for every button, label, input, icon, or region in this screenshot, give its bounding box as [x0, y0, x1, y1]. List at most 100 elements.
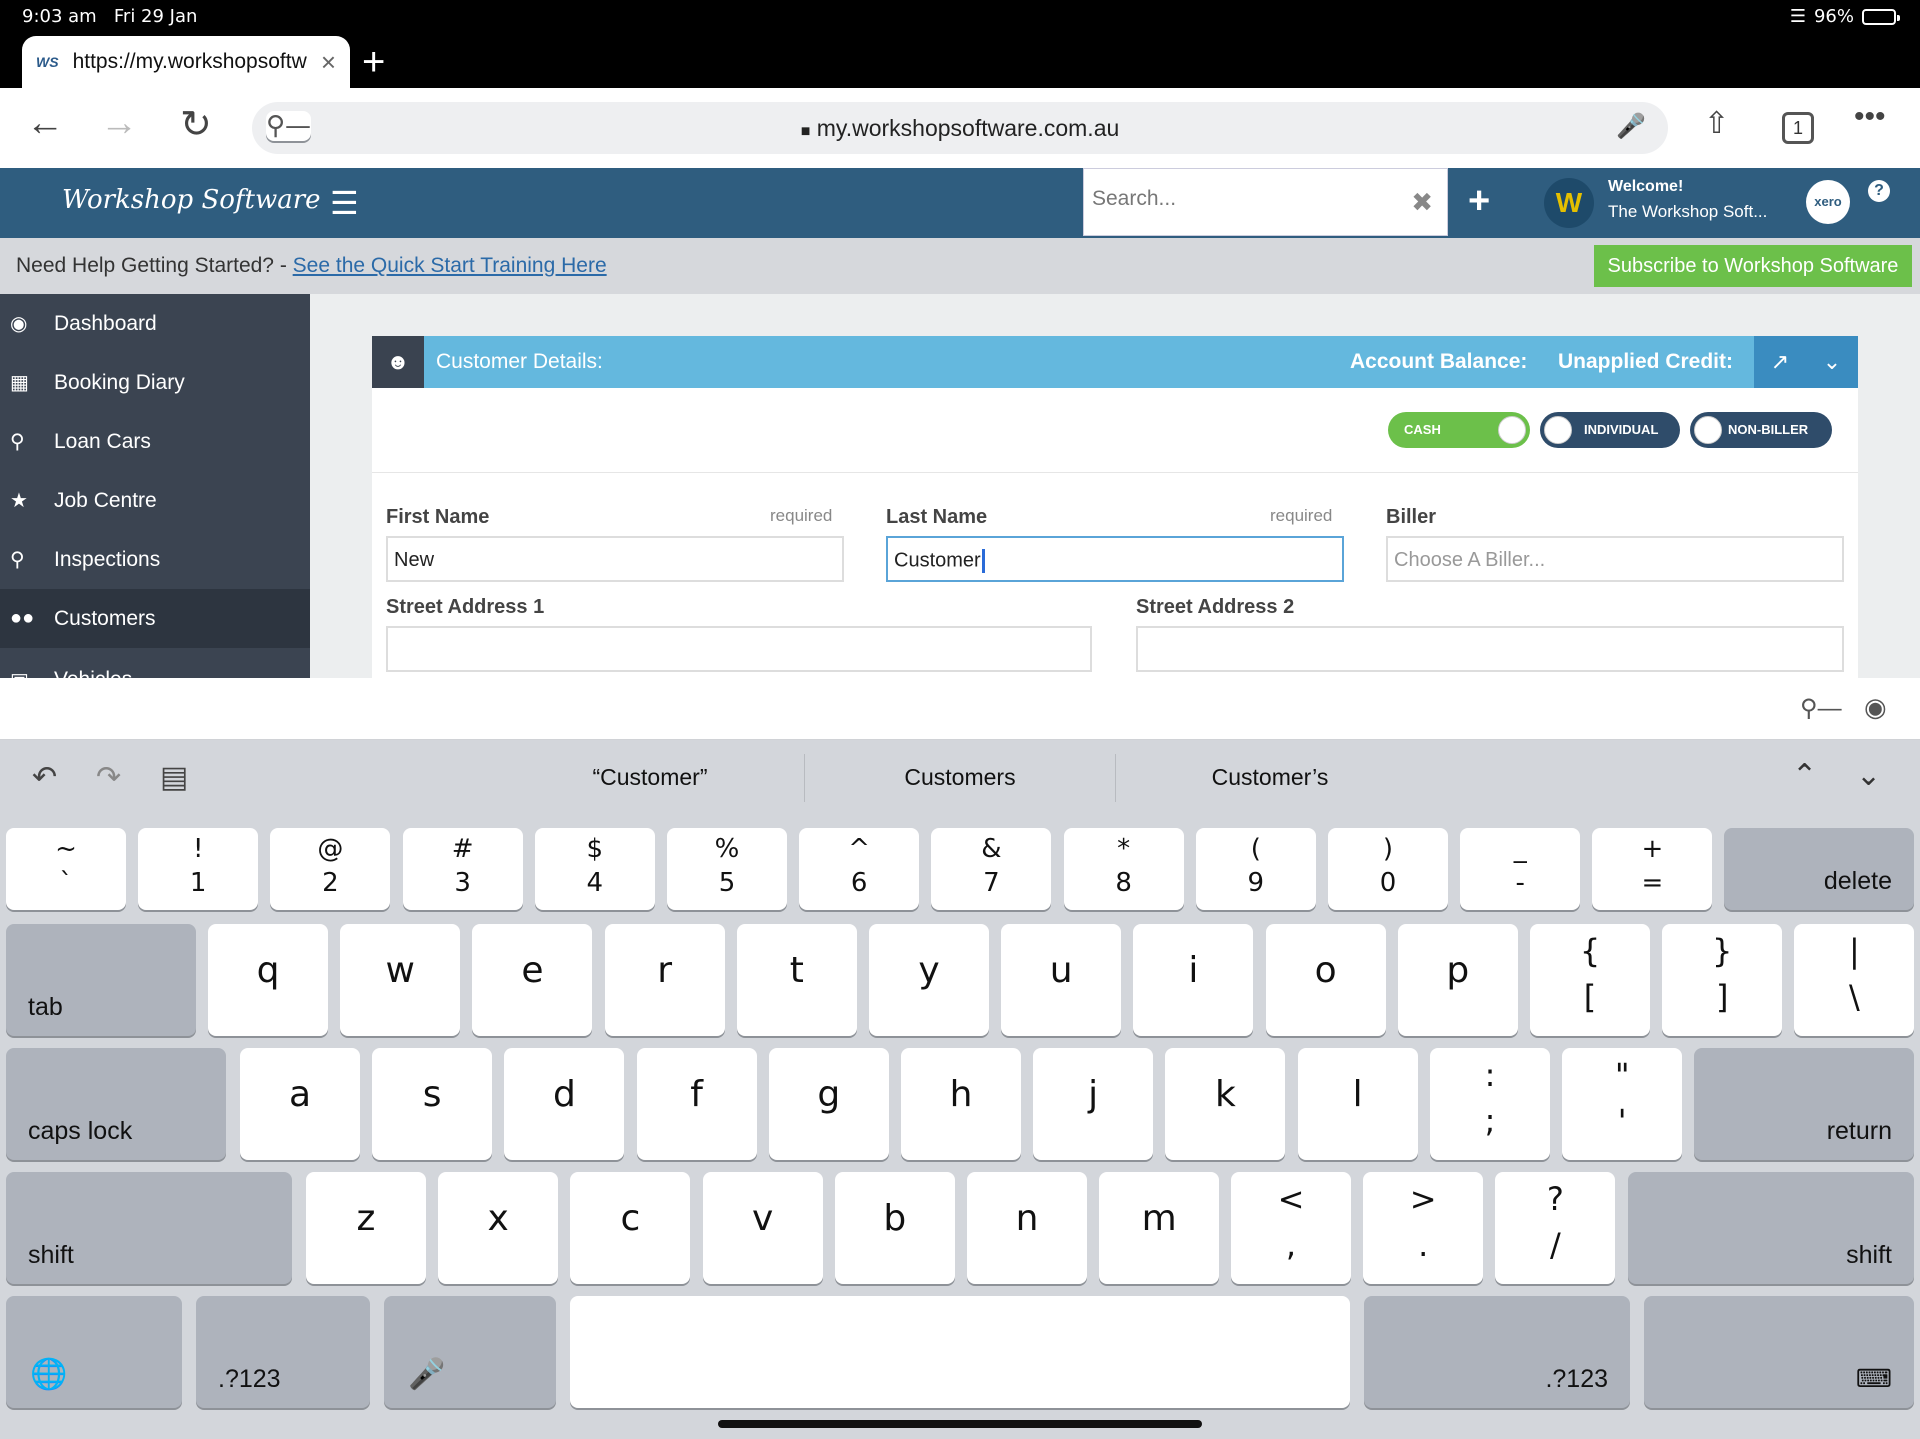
redo-icon[interactable]: ↷ [96, 760, 121, 795]
add-new-button[interactable]: + [1468, 180, 1490, 223]
key-3[interactable]: #3 [402, 828, 523, 910]
hide-keyboard-key[interactable]: ⌨ [1644, 1296, 1914, 1408]
street-address-2-field[interactable] [1136, 626, 1844, 672]
quick-start-link[interactable]: See the Quick Start Training Here [293, 254, 607, 277]
key-j[interactable]: j [1033, 1048, 1154, 1160]
individual-toggle[interactable]: INDIVIDUAL [1540, 412, 1680, 448]
return-key[interactable]: return [1694, 1048, 1914, 1160]
hamburger-icon[interactable]: ☰ [330, 184, 359, 222]
shift-left-key[interactable]: shift [6, 1172, 292, 1284]
key-sym-q-0[interactable]: {[ [1530, 924, 1650, 1036]
key-n[interactable]: n [967, 1172, 1087, 1284]
xero-icon[interactable]: xero [1806, 180, 1850, 224]
biller-select[interactable]: Choose A Biller... [1386, 536, 1844, 582]
key-u[interactable]: u [1001, 924, 1122, 1036]
key-9[interactable]: (9 [1195, 828, 1316, 910]
undo-icon[interactable]: ↶ [32, 760, 57, 795]
key-y[interactable]: y [869, 924, 989, 1036]
non-biller-toggle[interactable]: NON-BILLER [1690, 412, 1832, 448]
key-sym-a-0[interactable]: :; [1430, 1048, 1550, 1160]
globe-key[interactable]: 🌐 [6, 1296, 182, 1408]
microphone-icon[interactable]: 🎤 [1616, 112, 1646, 141]
new-tab-button[interactable]: + [362, 40, 385, 85]
address-bar[interactable]: ⚲— ■ my.workshopsoftware.com.au 🎤 [252, 102, 1668, 154]
chevron-down-icon[interactable]: ⌄ [1856, 758, 1881, 793]
back-arrow-icon[interactable]: ← [26, 102, 64, 145]
sidebar-item-dashboard[interactable]: ◉ Dashboard [0, 294, 310, 353]
app-brand[interactable]: Workshop Software [62, 185, 321, 215]
key-q[interactable]: q [208, 924, 328, 1036]
key-`[interactable]: ~ ` [6, 828, 126, 910]
key-4[interactable]: $4 [534, 828, 655, 910]
chevron-down-icon[interactable]: ⌄ [1806, 336, 1858, 388]
key-f[interactable]: f [636, 1048, 757, 1160]
key-b[interactable]: b [834, 1172, 955, 1284]
key-s[interactable]: s [372, 1048, 493, 1160]
key-c[interactable]: c [570, 1172, 691, 1284]
subscribe-button[interactable]: Subscribe to Workshop Software [1594, 245, 1912, 287]
key-z[interactable]: z [306, 1172, 426, 1284]
key-l[interactable]: l [1297, 1048, 1418, 1160]
key-6[interactable]: ^ 6 [799, 828, 920, 910]
last-name-field[interactable]: Customer [886, 536, 1344, 582]
key-w[interactable]: w [340, 924, 461, 1036]
suggestion-2[interactable]: Customers [810, 764, 1110, 791]
key-p[interactable]: p [1397, 924, 1518, 1036]
more-icon[interactable]: ••• [1854, 100, 1886, 134]
key-8[interactable]: * 8 [1063, 828, 1184, 910]
key-sym-a-1[interactable]: " ' [1562, 1048, 1683, 1160]
browser-tab[interactable]: WS https://my.workshopsoftw × [22, 36, 350, 88]
sidebar-item-booking-diary[interactable]: ▦ Booking Diary [0, 353, 310, 412]
key-2[interactable]: @2 [270, 828, 391, 910]
key-m[interactable]: m [1099, 1172, 1220, 1284]
suggestion-3[interactable]: Customer’s [1120, 764, 1420, 791]
key-sym-q-2[interactable]: | \ [1794, 924, 1915, 1036]
key-e[interactable]: e [472, 924, 593, 1036]
street-address-1-field[interactable] [386, 626, 1092, 672]
cash-toggle[interactable]: CASH [1388, 412, 1530, 448]
external-link-icon[interactable]: ↗ [1754, 336, 1806, 388]
share-icon[interactable]: ⇧ [1704, 106, 1729, 141]
sidebar-item-vehicles[interactable]: ▣Vehicles [0, 648, 310, 678]
search-input[interactable] [1092, 187, 1392, 211]
first-name-field[interactable]: New [386, 536, 844, 582]
clipboard-icon[interactable]: ▤ [160, 760, 188, 795]
key-a[interactable]: a [240, 1048, 360, 1160]
key-=[interactable]: + = [1592, 828, 1713, 910]
tab-key[interactable]: tab [6, 924, 196, 1036]
key-o[interactable]: o [1265, 924, 1386, 1036]
sidebar-item-customers[interactable]: ●● Customers [0, 589, 310, 648]
chevron-up-icon[interactable]: ⌃ [1792, 758, 1817, 793]
sidebar-item-inspections[interactable]: ⚲ Inspections [0, 530, 310, 589]
welcome-block[interactable]: Welcome! The Workshop Soft... [1608, 178, 1767, 222]
close-tab-icon[interactable]: × [321, 47, 336, 78]
suggestion-1[interactable]: “Customer” [500, 764, 800, 791]
location-pin-icon[interactable]: ◉ [1864, 692, 1887, 723]
key-h[interactable]: h [901, 1048, 1021, 1160]
key-sym-z-0[interactable]: <, [1231, 1172, 1351, 1284]
shift-right-key[interactable]: shift [1628, 1172, 1914, 1284]
key-i[interactable]: i [1133, 924, 1254, 1036]
key-d[interactable]: d [504, 1048, 625, 1160]
tabs-icon[interactable]: 1 [1782, 112, 1814, 144]
sidebar-item-job-centre[interactable]: ★ Job Centre [0, 471, 310, 530]
key-t[interactable]: t [736, 924, 857, 1036]
key-sym-z-2[interactable]: ? / [1495, 1172, 1616, 1284]
caps-lock-key[interactable]: caps lock [6, 1048, 226, 1160]
key-5[interactable]: % 5 [667, 828, 787, 910]
numbers-left-key[interactable]: .?123 [196, 1296, 370, 1408]
key-x[interactable]: x [438, 1172, 559, 1284]
key--[interactable]: _ - [1460, 828, 1581, 910]
space-key[interactable] [570, 1296, 1350, 1408]
key-1[interactable]: ! 1 [138, 828, 259, 910]
key-r[interactable]: r [604, 924, 725, 1036]
key-g[interactable]: g [768, 1048, 889, 1160]
key-sym-q-1[interactable]: }] [1662, 924, 1783, 1036]
help-icon[interactable]: ? [1868, 180, 1890, 202]
forward-arrow-icon[interactable]: → [100, 102, 138, 145]
dictation-key[interactable]: 🎤 [384, 1296, 556, 1408]
key-k[interactable]: k [1165, 1048, 1286, 1160]
reload-icon[interactable]: ↻ [180, 102, 212, 147]
key-7[interactable]: & 7 [931, 828, 1052, 910]
key-v[interactable]: v [702, 1172, 823, 1284]
